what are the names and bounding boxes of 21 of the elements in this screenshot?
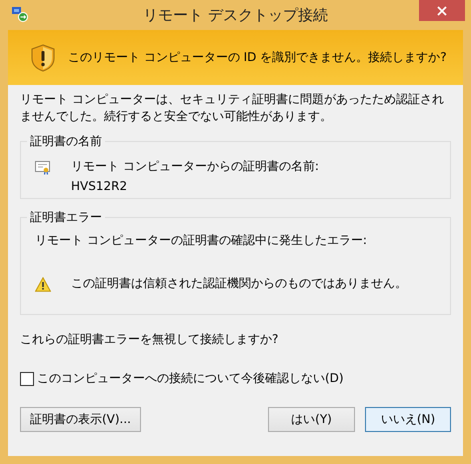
group-title: 証明書エラー: [29, 209, 103, 226]
intro-text: リモート コンピューターは、セキュリティ証明書に問題があったため認証されませんでした。続行すると安全でない可能性があります。: [20, 91, 445, 125]
checkbox-label[interactable]: このコンピューターへの接続について今後確認しない(D): [37, 370, 344, 387]
warning-shield-icon: [30, 44, 56, 72]
certificate-text: HVS12R2: [71, 179, 128, 193]
group-title: 証明書の名前: [29, 133, 103, 150]
certificate-text: リモート コンピューターからの証明書の名前:: [71, 158, 319, 175]
close-icon: [437, 6, 447, 16]
banner-message: このリモート コンピューターの ID を識別できません。接続しますか?: [68, 49, 447, 66]
remote-desktop-icon: [12, 6, 28, 22]
dialog-button[interactable]: いいえ(N): [365, 407, 451, 432]
close-button[interactable]: [419, 0, 465, 21]
checkbox[interactable]: [20, 372, 34, 386]
window-title: リモート デスクトップ接続: [143, 6, 328, 24]
question-text: これらの証明書エラーを無視して接続しますか?: [20, 331, 280, 348]
error-heading: リモート コンピューターの証明書の確認中に発生したエラー:: [35, 232, 368, 249]
certificate-icon: [35, 159, 51, 175]
warning-icon: [35, 276, 51, 292]
dialog-button[interactable]: はい(Y): [268, 407, 355, 432]
dialog-button[interactable]: 証明書の表示(V)...: [20, 407, 141, 432]
error-text: この証明書は信頼された認証機関からのものではありません。: [71, 275, 407, 292]
